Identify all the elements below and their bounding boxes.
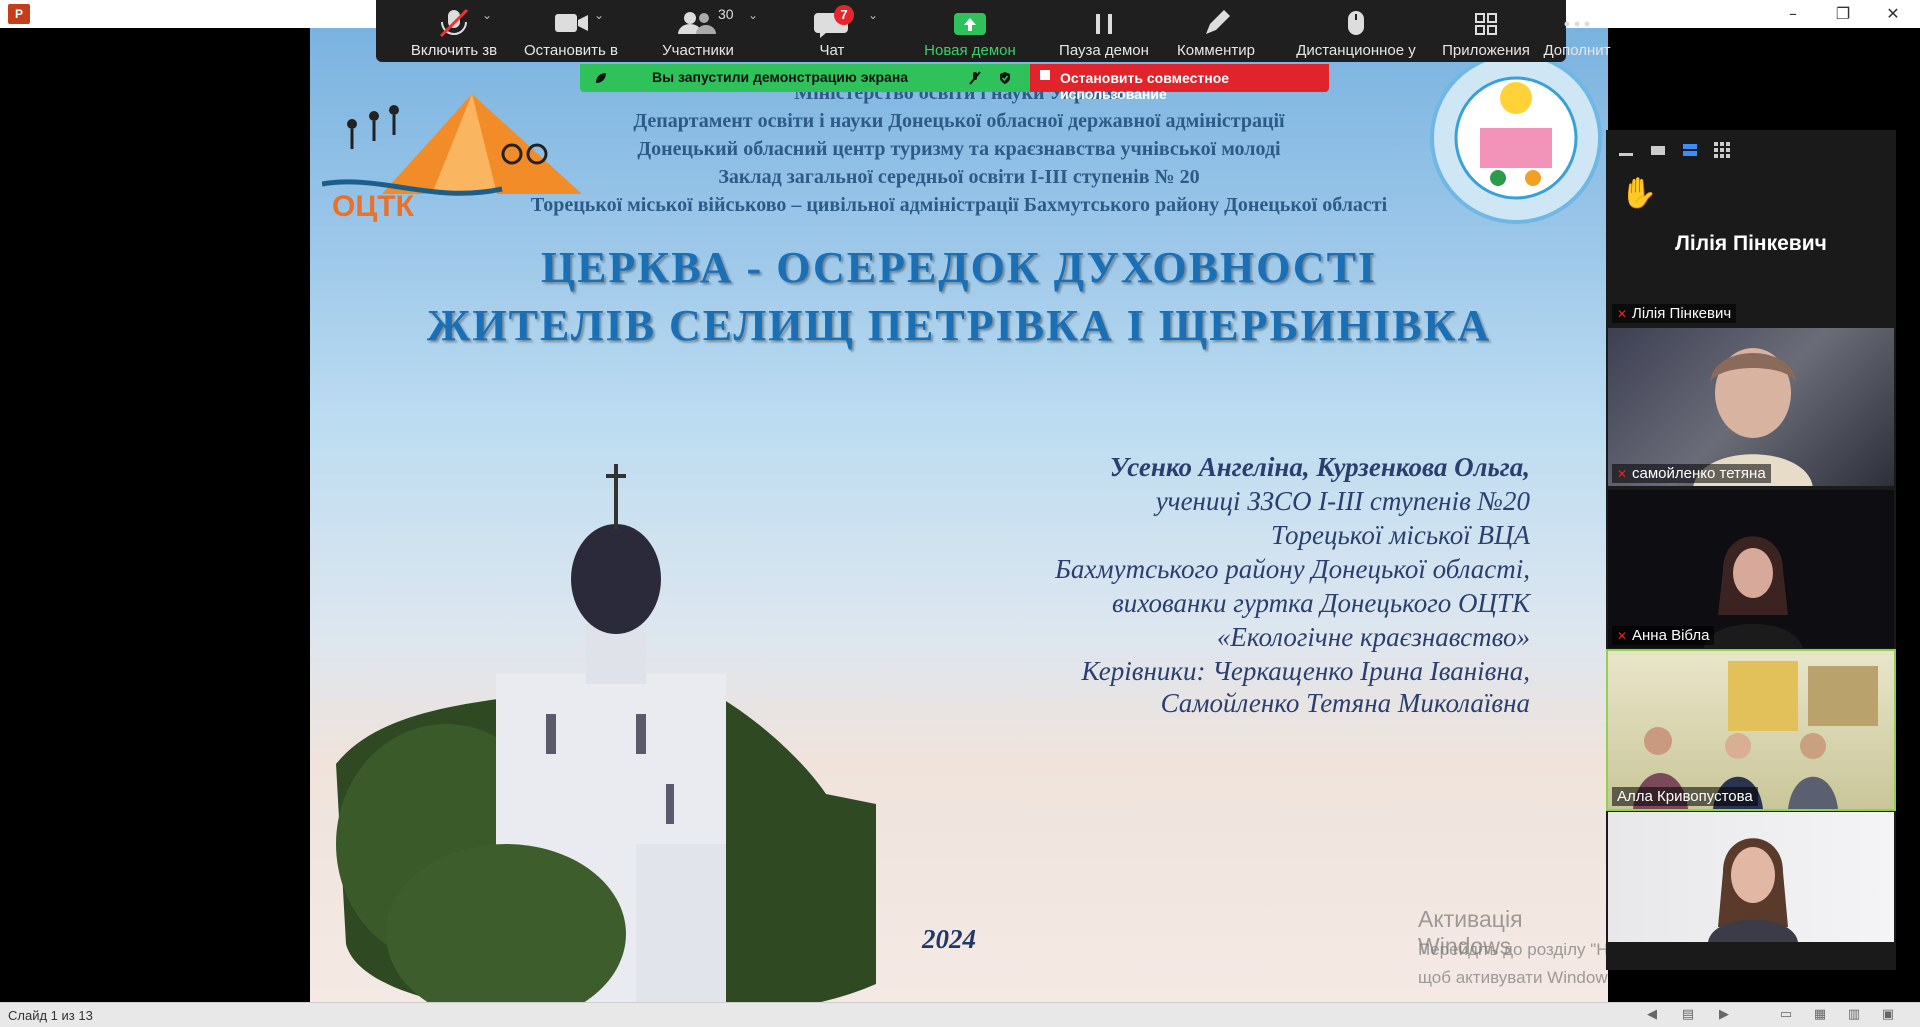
slide-menu-icon[interactable]: ▤ bbox=[1680, 1007, 1696, 1023]
chevron-down-icon[interactable]: ⌄ bbox=[748, 8, 758, 22]
powerpoint-icon: P bbox=[8, 4, 30, 24]
video-icon bbox=[555, 14, 588, 32]
more-button[interactable]: Дополнит bbox=[1536, 0, 1618, 62]
stop-video-button[interactable]: Остановить в bbox=[508, 0, 634, 62]
chevron-down-icon[interactable]: ⌄ bbox=[482, 8, 492, 22]
unmute-button[interactable]: Включить зв bbox=[394, 0, 514, 62]
authors-line: Усенко Ангеліна, Курзенкова Ольга, bbox=[1109, 452, 1530, 482]
slide-title: ЖИТЕЛІВ СЕЛИЩ ПЕТРІВКА І ЩЕРБИНІВКА bbox=[426, 301, 1492, 350]
next-slide-icon[interactable]: ▶ bbox=[1716, 1007, 1732, 1023]
stop-share-button[interactable]: Остановить совместное использование bbox=[1030, 64, 1329, 102]
raised-hand-icon: ✋ bbox=[1620, 176, 1658, 211]
authors-line: Торецької міської ВЦА bbox=[1270, 520, 1530, 550]
sharing-status-banner: Вы запустили демонстрацию экрана bbox=[580, 64, 1030, 92]
school-logo bbox=[1430, 52, 1602, 224]
sharing-status-text: Вы запустили демонстрацию экрана bbox=[652, 69, 909, 85]
participant-name: ✕ самойленко тетяна bbox=[1612, 464, 1771, 483]
participants-count: 30 bbox=[718, 6, 734, 22]
participant-name: Алла Кривопустова bbox=[1612, 787, 1758, 806]
close-button[interactable]: ✕ bbox=[1870, 2, 1916, 26]
apps-icon bbox=[1475, 13, 1497, 35]
annotate-icon bbox=[1206, 10, 1230, 34]
participant-tile[interactable]: ✕ Анна Вібла bbox=[1608, 490, 1894, 648]
mic-muted-icon: ✕ bbox=[1617, 307, 1628, 321]
authors-line: Бахмутського району Донецької області, bbox=[1055, 554, 1530, 584]
strip-view-icon[interactable] bbox=[1680, 140, 1700, 160]
windows-activation-text: Перейдіть до розділу "Настройки", щоб ак… bbox=[1418, 940, 1608, 987]
mic-muted-icon: ✕ bbox=[1617, 629, 1628, 643]
octk-logo-text: ОЦТК bbox=[332, 190, 415, 223]
new-share-button[interactable]: Новая демон bbox=[896, 0, 1044, 62]
active-speaker-name: Лілія Пінкевич bbox=[1675, 232, 1827, 255]
more-icon bbox=[1564, 21, 1590, 27]
gallery-view-icon[interactable] bbox=[1712, 140, 1732, 160]
minimize-panel-icon[interactable] bbox=[1616, 140, 1636, 160]
annotate-button[interactable]: Комментир bbox=[1156, 0, 1276, 62]
minimize-button[interactable]: – bbox=[1770, 2, 1816, 26]
authors-line: «Екологічне краєзнавство» bbox=[1216, 622, 1530, 652]
authors-line: учениці ЗЗСО І-ІІІ ступенів №20 bbox=[1155, 486, 1530, 516]
chevron-down-icon[interactable]: ⌄ bbox=[594, 8, 604, 22]
slideshow-icon[interactable]: ▣ bbox=[1880, 1007, 1896, 1023]
authors-line: вихованки гуртка Донецького ОЦТК bbox=[1111, 588, 1530, 618]
speaker-view-icon[interactable] bbox=[1648, 140, 1668, 160]
share-screen-icon bbox=[954, 13, 986, 35]
participant-tile[interactable]: Алла Кривопустова bbox=[1606, 649, 1896, 811]
slide-year: 2024 bbox=[922, 924, 976, 954]
remote-control-button[interactable]: Дистанционное у bbox=[1276, 0, 1436, 62]
authors-line: Самойленко Тетяна Миколаївна bbox=[1160, 688, 1530, 718]
participants-video-panel: ✋ Лілія Пінкевич ✕ Лілія Пінкевич ✕ самойл… bbox=[1606, 130, 1896, 970]
authors-line: Керівники: Черкащенко Ірина Іванівна, bbox=[1081, 656, 1530, 686]
pause-icon bbox=[1096, 14, 1112, 34]
stop-icon bbox=[1040, 70, 1050, 80]
participant-name: ✕ Анна Вібла bbox=[1612, 626, 1715, 645]
presentation-slide: Міністерство освіти і науки України Депа… bbox=[310, 28, 1608, 1002]
participant-tile[interactable] bbox=[1608, 812, 1894, 942]
participant-tile[interactable]: ✕ Лілія Пінкевич bbox=[1608, 298, 1894, 326]
mic-muted-icon bbox=[439, 8, 469, 38]
participant-video bbox=[1633, 661, 1878, 809]
shield-check-icon bbox=[1000, 72, 1010, 84]
participant-tile[interactable]: ✕ самойленко тетяна bbox=[1608, 328, 1894, 486]
maximize-button[interactable]: ❐ bbox=[1820, 2, 1866, 26]
participants-button[interactable]: Участники bbox=[638, 0, 758, 62]
slide-counter: Слайд 1 из 13 bbox=[8, 1008, 93, 1023]
pause-share-button[interactable]: Пауза демон bbox=[1044, 0, 1164, 62]
panel-view-controls bbox=[1606, 130, 1896, 172]
reading-view-icon[interactable]: ▥ bbox=[1846, 1007, 1862, 1023]
participant-video bbox=[1708, 838, 1798, 942]
previous-slide-icon[interactable]: ◀ bbox=[1644, 1007, 1660, 1023]
slide-title: ЦЕРКВА - ОСЕРЕДОК ДУХОВНОСТІ bbox=[540, 243, 1378, 292]
chat-unread-badge: 7 bbox=[834, 5, 854, 25]
remote-control-icon bbox=[1348, 11, 1364, 35]
participant-name: ✕ Лілія Пінкевич bbox=[1612, 304, 1737, 323]
zoom-toolbar: Включить зв ⌄ Остановить в ⌄ Участники 3… bbox=[376, 0, 1611, 62]
chevron-down-icon[interactable]: ⌄ bbox=[868, 8, 878, 22]
leaf-icon bbox=[596, 73, 606, 83]
octk-logo: ОЦТК bbox=[322, 94, 582, 223]
powerpoint-status-bar: Слайд 1 из 13 ◀ ▤ ▶ ▭ ▦ ▥ ▣ bbox=[0, 1002, 1920, 1027]
slide-sorter-icon[interactable]: ▦ bbox=[1812, 1007, 1828, 1023]
normal-view-icon[interactable]: ▭ bbox=[1778, 1007, 1794, 1023]
mic-muted-icon bbox=[969, 71, 981, 85]
participant-video bbox=[1703, 536, 1803, 648]
participants-icon bbox=[678, 12, 716, 34]
mic-muted-icon: ✕ bbox=[1617, 467, 1628, 481]
church-image bbox=[336, 464, 876, 1002]
apps-button[interactable]: Приложения bbox=[1428, 0, 1544, 62]
